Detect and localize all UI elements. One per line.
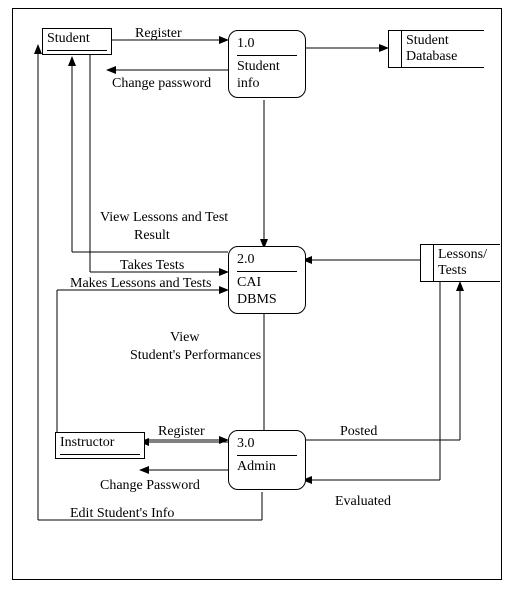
datastore-label: Tests (438, 263, 496, 279)
flow-label-makes-lessons: Makes Lessons and Tests (70, 276, 211, 292)
entity-label: Student (47, 31, 107, 48)
diagram-canvas: Student Instructor 1.0 Student info 2.0 … (0, 0, 512, 589)
process-cai-dbms: 2.0 CAI DBMS (228, 246, 306, 314)
datastore-lessons-tests: Lessons/ Tests (420, 244, 500, 282)
entity-student: Student (42, 28, 112, 55)
flow-label-view-perf-2: Student's Performances (130, 348, 261, 364)
datastore-label: Student (406, 33, 480, 49)
process-label: DBMS (237, 291, 297, 309)
flow-label-takes-tests: Takes Tests (120, 258, 184, 274)
flow-label-change-password: Change password (112, 76, 211, 92)
process-label: CAI (237, 274, 297, 292)
process-admin: 3.0 Admin (228, 430, 306, 490)
process-student-info: 1.0 Student info (228, 30, 306, 98)
process-number: 2.0 (237, 251, 297, 272)
datastore-student-db: Student Database (388, 30, 484, 68)
process-label: Student (237, 58, 297, 76)
datastore-label: Database (406, 49, 480, 65)
entity-instructor: Instructor (55, 432, 145, 459)
entity-label: Instructor (60, 435, 140, 452)
flow-label-evaluated: Evaluated (335, 494, 391, 510)
flow-label-register: Register (135, 26, 182, 42)
flow-label-posted: Posted (340, 424, 377, 440)
process-number: 1.0 (237, 35, 297, 56)
flow-label-view-lessons: View Lessons and Test (100, 210, 228, 226)
flow-label-change-password-2: Change Password (100, 478, 200, 494)
flow-label-register-2: Register (158, 424, 205, 440)
flow-label-view-lessons-2: Result (134, 228, 170, 244)
process-number: 3.0 (237, 435, 297, 456)
datastore-label: Lessons/ (438, 247, 496, 263)
process-label: info (237, 75, 297, 93)
process-label: Admin (237, 458, 297, 476)
flow-label-view-perf: View (170, 330, 199, 346)
flow-label-edit-student: Edit Student's Info (70, 506, 174, 522)
